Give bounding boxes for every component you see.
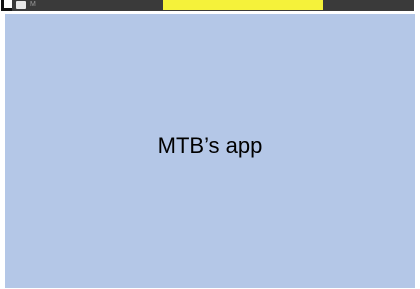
app-title: MTB’s app [157,133,263,158]
titlebar-tab-1[interactable]: M [30,1,90,9]
screen: M MTB’s app [0,0,420,289]
app-icon[interactable] [16,1,26,9]
corner-bracket-icon [1,0,12,11]
highlighted-tab[interactable] [163,0,323,10]
app-surface: MTB’s app [5,14,415,288]
titlebar-tab-1-label: M [30,1,36,8]
titlebar-tab-2[interactable] [92,1,152,9]
